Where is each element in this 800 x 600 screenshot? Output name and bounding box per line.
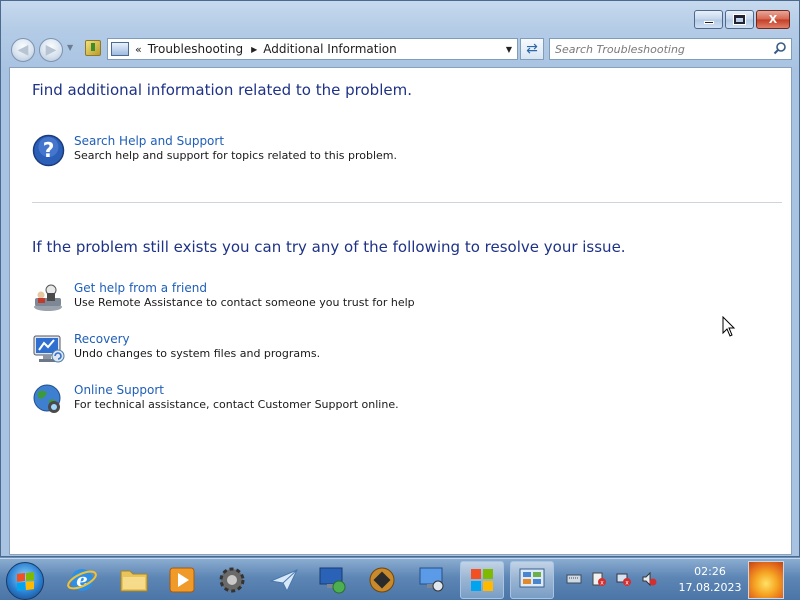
taskbar-remote-desktop[interactable] — [310, 561, 354, 599]
remote-assistance-icon — [34, 284, 62, 311]
recent-pages-dropdown[interactable]: ▼ — [67, 43, 73, 52]
mouse-cursor-icon — [722, 316, 736, 337]
option-desc: Use Remote Assistance to contact someone… — [74, 296, 415, 309]
breadcrumb-additional-information[interactable]: Additional Information — [263, 42, 397, 56]
windows-flag-icon — [471, 569, 493, 591]
navigation-bar: ◀ ▶ ▼ « Troubleshooting ▶ Additional Inf… — [1, 37, 799, 62]
gear-icon — [219, 567, 245, 593]
option-title[interactable]: Recovery — [74, 332, 130, 346]
control-panel-icon — [111, 42, 129, 56]
option-get-help-from-friend[interactable]: Get help from a friend Use Remote Assist… — [32, 281, 732, 317]
help-question-icon: ? — [32, 134, 65, 167]
divider — [32, 202, 782, 203]
option-online-support[interactable]: Online Support For technical assistance,… — [32, 383, 732, 419]
volume-muted-icon[interactable] — [641, 571, 657, 587]
search-icon[interactable] — [773, 41, 787, 55]
keyboard-icon[interactable] — [566, 571, 582, 587]
help-and-support-link[interactable]: ? Search Help and Support Search help an… — [32, 134, 732, 170]
svg-text:?: ? — [43, 138, 55, 162]
network-icon[interactable]: x — [616, 571, 632, 587]
chess-icon — [369, 567, 395, 593]
forward-arrow-icon: ▶ — [45, 42, 57, 58]
folder-icon — [120, 570, 148, 592]
taskbar-settings[interactable] — [210, 561, 254, 599]
svg-text:x: x — [625, 580, 629, 587]
taskbar-chess[interactable] — [360, 561, 404, 599]
control-panel-icon — [519, 568, 545, 588]
globe-icon — [33, 384, 61, 413]
maximize-icon — [733, 14, 746, 25]
option-desc: Undo changes to system files and program… — [74, 347, 321, 360]
breadcrumb-overflow[interactable]: « — [135, 43, 142, 56]
back-arrow-icon: ◀ — [17, 42, 29, 58]
minimize-icon — [703, 21, 714, 24]
close-icon: X — [768, 13, 778, 26]
system-clock[interactable]: 02:26 17.08.2023 — [672, 564, 748, 596]
option-desc: For technical assistance, contact Custom… — [74, 398, 399, 411]
caption-buttons: X — [692, 10, 790, 29]
page-heading: Find additional information related to t… — [32, 81, 412, 99]
forward-button[interactable]: ▶ — [39, 38, 63, 62]
system-tray: x x — [566, 571, 657, 587]
option-title[interactable]: Online Support — [74, 383, 164, 397]
paper-plane-icon — [269, 569, 299, 593]
address-bar[interactable]: « Troubleshooting ▶ Additional Informati… — [107, 38, 518, 60]
taskbar-media-player[interactable] — [160, 561, 204, 599]
breadcrumb-separator-icon[interactable]: ▶ — [251, 45, 257, 54]
media-player-icon — [169, 567, 195, 593]
taskbar: e x x 02:26 17.08.2023 — [0, 558, 800, 600]
refresh-button[interactable]: ⇄ — [520, 38, 544, 60]
resolve-heading: If the problem still exists you can try … — [32, 238, 626, 256]
breadcrumb-troubleshooting[interactable]: Troubleshooting — [148, 42, 243, 56]
up-level-icon[interactable] — [85, 40, 101, 56]
taskbar-internet-explorer[interactable]: e — [60, 561, 104, 599]
start-button[interactable] — [6, 562, 44, 600]
maximize-button[interactable] — [725, 10, 754, 29]
address-dropdown-icon[interactable]: ▼ — [501, 39, 517, 59]
option-recovery[interactable]: Recovery Undo changes to system files an… — [32, 332, 732, 368]
minimize-button[interactable] — [694, 10, 723, 29]
taskbar-computer-search[interactable] — [410, 561, 454, 599]
back-button[interactable]: ◀ — [11, 38, 35, 62]
action-center-icon[interactable]: x — [591, 571, 607, 587]
refresh-icon: ⇄ — [526, 41, 538, 57]
taskbar-explorer[interactable] — [112, 561, 156, 599]
help-and-support-title[interactable]: Search Help and Support — [74, 134, 224, 148]
search-input[interactable] — [550, 39, 770, 59]
help-and-support-desc: Search help and support for topics relat… — [74, 149, 397, 162]
recovery-icon — [33, 335, 65, 363]
clock-date: 17.08.2023 — [678, 581, 742, 594]
option-title[interactable]: Get help from a friend — [74, 281, 207, 295]
windows-logo-icon — [17, 572, 34, 591]
control-panel-window: X ◀ ▶ ▼ « Troubleshooting ▶ Additional I… — [0, 0, 800, 557]
internet-explorer-icon: e — [67, 569, 97, 591]
computer-search-icon — [419, 567, 444, 592]
search-box[interactable] — [549, 38, 792, 60]
close-button[interactable]: X — [756, 10, 790, 29]
clock-time: 02:26 — [694, 565, 726, 578]
content-pane: Find additional information related to t… — [9, 67, 792, 555]
taskbar-control-panel[interactable] — [510, 561, 554, 599]
taskbar-paper-plane[interactable] — [262, 561, 306, 599]
svg-text:x: x — [600, 580, 604, 587]
show-desktop-button[interactable] — [748, 561, 784, 599]
taskbar-windows-flag[interactable] — [460, 561, 504, 599]
remote-desktop-icon — [319, 567, 346, 594]
